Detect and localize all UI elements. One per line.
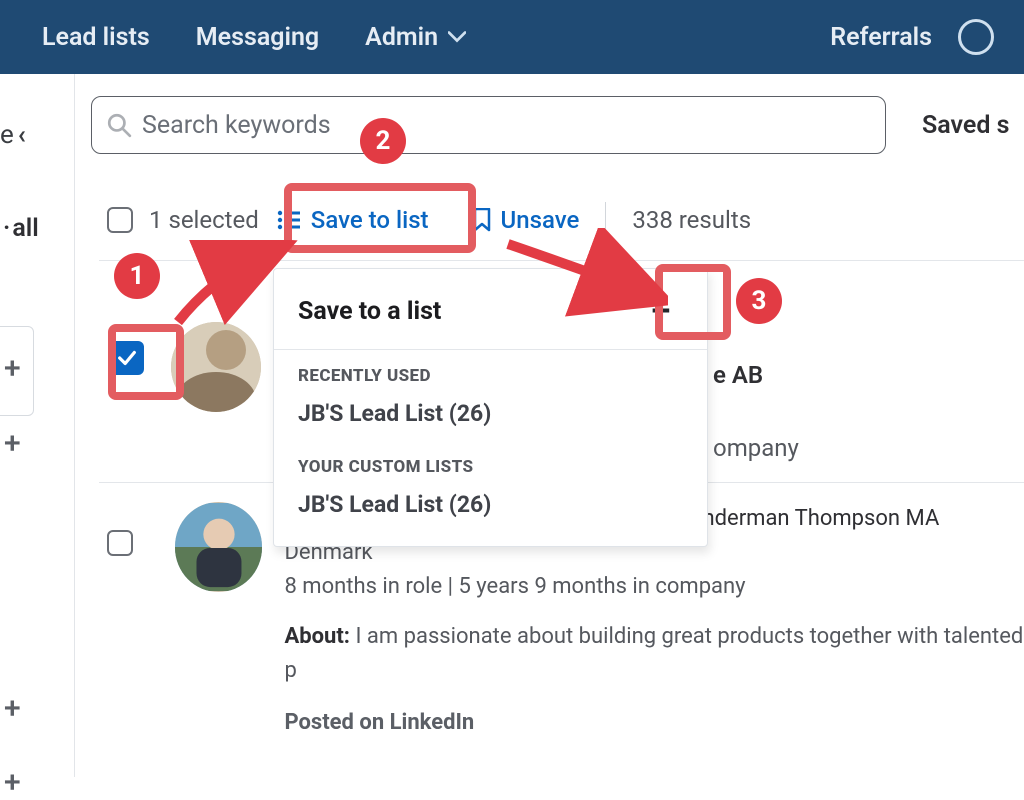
select-all-checkbox[interactable]: [107, 207, 133, 233]
search-input[interactable]: Search keywords: [91, 96, 886, 154]
side-plus-1[interactable]: +: [4, 354, 21, 384]
nav-messaging[interactable]: Messaging: [196, 23, 319, 52]
row2-checkbox[interactable]: [107, 530, 133, 556]
annotation-badge-2: 2: [360, 118, 406, 164]
section-recent: RECENTLY USED: [274, 350, 707, 392]
side-plus-4[interactable]: +: [4, 768, 21, 798]
annotation-badge-3: 3: [736, 278, 782, 324]
result-row-1[interactable]: [101, 322, 283, 412]
row1-checkbox-checked[interactable]: [110, 341, 144, 375]
annotation-badge-1: 1: [114, 253, 160, 299]
results-toolbar: 1 selected Save to list Unsave 338 resul…: [107, 196, 1024, 244]
create-list-button[interactable]: +: [639, 289, 683, 333]
save-to-list-dropdown: Save to a list + RECENTLY USED JB'S Lead…: [273, 268, 708, 547]
fragment-all[interactable]: ·all: [3, 214, 39, 243]
nav-admin[interactable]: Admin: [365, 23, 466, 52]
search-placeholder: Search keywords: [142, 111, 331, 140]
save-to-list-button[interactable]: Save to list: [267, 196, 447, 244]
selected-count: 1 selected: [149, 206, 259, 234]
help-icon[interactable]: [958, 19, 994, 55]
company-suffix: e AB: [713, 361, 763, 389]
list-option-custom-1[interactable]: JB'S Lead List (26): [274, 483, 707, 532]
fragment-e: e‹: [0, 120, 26, 150]
separator: [605, 202, 606, 238]
avatar[interactable]: [171, 322, 261, 412]
section-custom: YOUR CUSTOM LISTS: [274, 441, 707, 483]
top-nav: Lead lists Messaging Admin Referrals: [0, 0, 1024, 74]
about-label: About:: [284, 624, 350, 649]
row2-posted: Posted on LinkedIn: [284, 706, 1024, 740]
chevron-left-icon[interactable]: ‹: [18, 120, 26, 150]
side-plus-3[interactable]: +: [4, 694, 21, 724]
company-tail: ompany: [713, 434, 799, 462]
avatar[interactable]: [175, 502, 263, 592]
results-count: 338 results: [632, 206, 751, 234]
nav-referrals[interactable]: Referrals: [830, 23, 932, 52]
list-option-recent-1[interactable]: JB'S Lead List (26): [274, 392, 707, 441]
nav-admin-label: Admin: [365, 23, 438, 52]
dropdown-title: Save to a list: [298, 297, 441, 326]
list-icon: [277, 210, 301, 230]
main-content: Search keywords Saved s 1 selected Save …: [75, 74, 1024, 777]
check-icon: [116, 347, 138, 369]
row2-tenure: 8 months in role | 5 years 9 months in c…: [284, 570, 1024, 604]
saved-searches-link[interactable]: Saved s: [922, 111, 1009, 140]
left-sidebar: e‹ ·all + + + +: [0, 74, 75, 777]
row2-about: I am passionate about building great pro…: [284, 624, 1023, 683]
divider: [99, 260, 1024, 261]
unsave-button[interactable]: Unsave: [473, 206, 580, 234]
nav-lead-lists[interactable]: Lead lists: [42, 23, 150, 52]
side-plus-2[interactable]: +: [4, 429, 21, 459]
search-icon: [106, 112, 132, 138]
bookmark-icon: [473, 208, 491, 232]
chevron-down-icon: [448, 31, 466, 43]
